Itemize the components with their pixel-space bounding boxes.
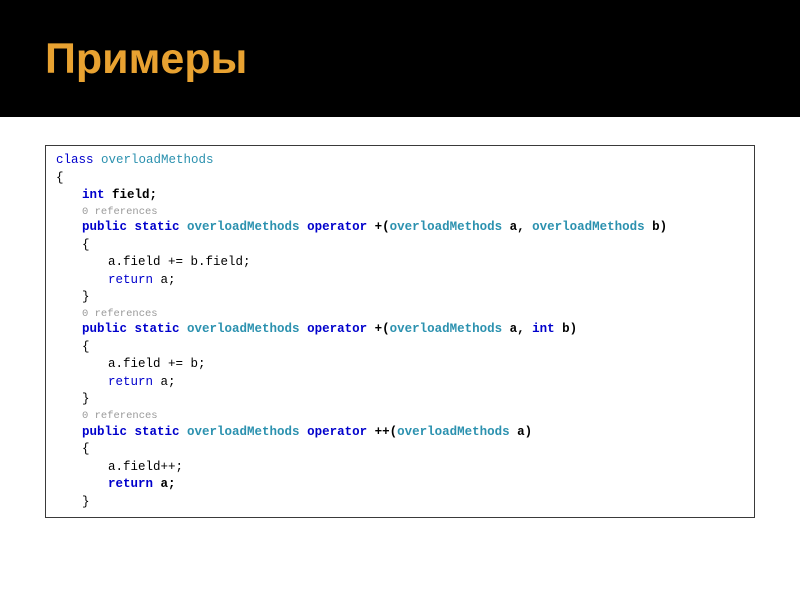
type-name: overloadMethods	[94, 153, 214, 167]
code-text: +(	[375, 322, 390, 336]
code-line: class overloadMethods	[56, 152, 744, 170]
keyword-public-static: public static	[82, 322, 187, 336]
code-line: {	[56, 339, 744, 357]
code-block: class overloadMethods { int field; 0 ref…	[45, 145, 755, 518]
keyword-operator: operator	[300, 425, 375, 439]
code-text: ++(	[375, 425, 398, 439]
slide: Примеры class overloadMethods { int fiel…	[0, 0, 800, 600]
keyword-class: class	[56, 153, 94, 167]
type-name: overloadMethods	[187, 425, 300, 439]
keyword-operator: operator	[300, 322, 375, 336]
code-line: }	[56, 391, 744, 409]
keyword-return: return	[108, 375, 153, 389]
type-name: overloadMethods	[390, 220, 503, 234]
code-line: int field;	[56, 187, 744, 205]
references-label: 0 references	[56, 409, 744, 424]
code-text: a;	[153, 477, 176, 491]
code-text: a,	[502, 322, 532, 336]
code-text: a,	[502, 220, 532, 234]
code-line: {	[56, 170, 744, 188]
keyword-return: return	[108, 477, 153, 491]
code-text: +(	[375, 220, 390, 234]
type-name: overloadMethods	[187, 322, 300, 336]
code-line: }	[56, 289, 744, 307]
code-line: {	[56, 237, 744, 255]
code-line: return a;	[56, 272, 744, 290]
code-line: a.field++;	[56, 459, 744, 477]
code-line: }	[56, 494, 744, 512]
code-line: a.field += b;	[56, 356, 744, 374]
references-label: 0 references	[56, 205, 744, 220]
code-text: a;	[153, 375, 176, 389]
code-line: public static overloadMethods operator +…	[56, 424, 744, 442]
type-name: overloadMethods	[187, 220, 300, 234]
keyword-int: int	[82, 188, 105, 202]
references-label: 0 references	[56, 307, 744, 322]
type-name: overloadMethods	[532, 220, 645, 234]
slide-header: Примеры	[0, 0, 800, 115]
keyword-int: int	[532, 322, 555, 336]
keyword-return: return	[108, 273, 153, 287]
type-name: overloadMethods	[390, 322, 503, 336]
code-text: b)	[555, 322, 578, 336]
slide-title: Примеры	[45, 35, 800, 84]
code-text: b)	[645, 220, 668, 234]
code-text: a)	[510, 425, 533, 439]
keyword-public-static: public static	[82, 425, 187, 439]
keyword-operator: operator	[300, 220, 375, 234]
keyword-public-static: public static	[82, 220, 187, 234]
code-line: a.field += b.field;	[56, 254, 744, 272]
code-line: public static overloadMethods operator +…	[56, 219, 744, 237]
code-text: a;	[153, 273, 176, 287]
code-line: return a;	[56, 476, 744, 494]
code-line: public static overloadMethods operator +…	[56, 321, 744, 339]
slide-content: class overloadMethods { int field; 0 ref…	[0, 117, 800, 528]
code-line: {	[56, 441, 744, 459]
code-line: return a;	[56, 374, 744, 392]
type-name: overloadMethods	[397, 425, 510, 439]
code-text: field;	[105, 188, 158, 202]
